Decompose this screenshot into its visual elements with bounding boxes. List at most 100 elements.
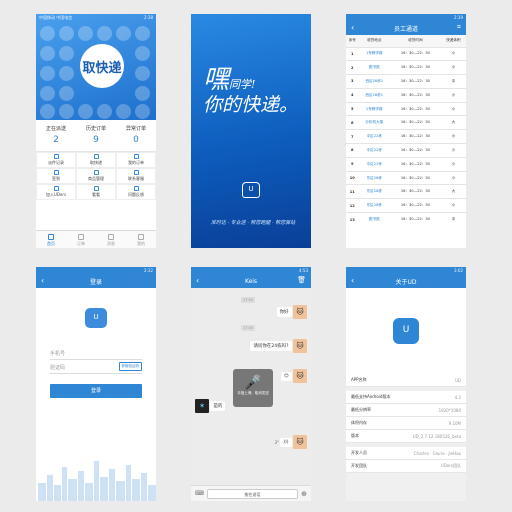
grid-item[interactable]: 联系客服: [116, 168, 156, 184]
info-row: 版本 UD_2.7.12.180526_beta: [346, 430, 466, 443]
message-outgoing: 😊 🐱: [280, 369, 307, 383]
table-cell: 大: [440, 184, 466, 199]
tab-home[interactable]: 首页: [36, 231, 66, 248]
table-cell: 东区28栋: [358, 170, 390, 185]
emoji-bubble[interactable]: 😊: [280, 371, 292, 381]
order-stats: 正在派送 2 历史订单 9 异常订单 0: [36, 120, 156, 152]
grid-item[interactable]: 取快递: [76, 152, 116, 168]
grid-item[interactable]: 签到: [36, 168, 76, 184]
tab-messages[interactable]: 消息: [96, 231, 126, 248]
message-bubble[interactable]: 是的: [210, 401, 226, 411]
status-bar: 4:53: [191, 267, 311, 274]
table-row[interactable]: 13 图书馆 16：30—22：30 中: [346, 212, 466, 227]
message-incoming: ✶ 是的: [195, 399, 226, 413]
grid-item[interactable]: 商品管理: [76, 168, 116, 184]
login-button[interactable]: 登录: [50, 384, 142, 398]
hold-to-talk-button[interactable]: 按住说话: [206, 488, 299, 499]
table-row[interactable]: 7 中区22栋 16：30—22：30 小: [346, 129, 466, 144]
recording-tip: 手指上滑，取消发送: [237, 391, 269, 395]
info-row: 最低分辨率 1920*1080: [346, 404, 466, 417]
col-header: 收货地点: [358, 35, 390, 47]
col-header: 序号: [346, 35, 359, 47]
avatar[interactable]: 🐱: [293, 305, 307, 319]
info-row: 体积内存 9.10M: [346, 417, 466, 430]
col-header: 收货时间: [389, 35, 441, 47]
table-cell: 16：30—22：30: [389, 101, 441, 116]
stat-abnormal[interactable]: 异常订单 0: [116, 120, 156, 151]
table-cell: 西区28栋1: [358, 74, 390, 89]
back-icon[interactable]: ‹: [351, 276, 354, 285]
table-row[interactable]: 1 1号教学楼 16：30—22：30 小: [346, 46, 466, 61]
table-row[interactable]: 9 中区22栋 16：30—22：30 小: [346, 156, 466, 172]
function-grid: 派件记录 取快递 我的订单 签到 商品管理 联系客服 加入UDers 看看 问题…: [36, 152, 156, 200]
clock: 3:02: [454, 268, 463, 273]
trash-icon[interactable]: 🗑: [297, 276, 306, 284]
tab-mine[interactable]: 我的: [126, 231, 156, 248]
scan-icon[interactable]: ⌗: [457, 23, 461, 32]
avatar[interactable]: 🐱: [293, 435, 307, 449]
table-row[interactable]: 12 东区28栋 16：30—22：30 小: [346, 198, 466, 213]
about-header: ‹ 关于UD: [346, 274, 466, 288]
stat-history[interactable]: 历史订单 9: [76, 120, 116, 151]
table-cell: 中区22栋: [358, 143, 390, 158]
table-cell: 东区28栋: [358, 198, 390, 213]
service-icon: [133, 170, 139, 175]
back-icon[interactable]: ‹: [351, 23, 354, 32]
table-cell: 16：30—22：30: [389, 156, 441, 172]
get-code-button[interactable]: 获取验证码: [118, 362, 142, 371]
message-bubble[interactable]: 请问你在24栋吗?: [250, 341, 292, 351]
eye-icon: [93, 186, 99, 191]
delivery-table: 序号 收货地点 收货时间 快递体积 1 1号教学楼 16：30—22：30 小 2 图书馆…: [346, 35, 466, 227]
table-cell: 4: [346, 87, 359, 103]
splash-screen: 嘿同学! 你的快递。 U 准时达 · 专业送 · 帮您跑腿 · 帮您驿站: [191, 14, 311, 248]
stat-delivering[interactable]: 正在派送 2: [36, 120, 76, 151]
table-cell: 小: [440, 143, 466, 158]
avatar[interactable]: 🐱: [293, 369, 307, 383]
table-cell: 7: [346, 129, 359, 144]
user-icon: [138, 234, 144, 240]
table-row[interactable]: 5 2号教学楼 16：30—22：30 小: [346, 101, 466, 116]
table-cell: 16：30—22：30: [389, 74, 441, 89]
table-cell: 小: [440, 170, 466, 185]
phone-field[interactable]: 手机号: [50, 346, 142, 360]
table-row[interactable]: 3 西区28栋1 16：30—22：30 中: [346, 74, 466, 89]
avatar[interactable]: ✶: [195, 399, 209, 413]
grid-item[interactable]: 派件记录: [36, 152, 76, 168]
table-row[interactable]: 8 中区22栋 16：30—22：30 小: [346, 143, 466, 158]
table-cell: 16：30—22：30: [389, 115, 441, 130]
grid-item[interactable]: 问题反馈: [116, 184, 156, 200]
chat-screen: 4:53 ‹ Keis 🗑 17:00 你好 🐱 17:00 请问你在24栋吗? 🐱…: [191, 267, 311, 501]
goods-icon: [93, 170, 99, 175]
location-icon: [53, 170, 59, 175]
table-cell: 8: [346, 143, 359, 158]
keyboard-icon[interactable]: ⌨: [195, 490, 204, 497]
avatar[interactable]: 🐱: [293, 339, 307, 353]
table-cell: 中: [440, 74, 466, 89]
table-row[interactable]: 2 图书馆 16：30—22：30 小: [346, 60, 466, 75]
back-icon[interactable]: ‹: [196, 276, 199, 285]
table-row[interactable]: 4 西区28栋1 16：30—22：30 小: [346, 87, 466, 103]
table-cell: 西区28栋1: [358, 87, 390, 103]
grid-item[interactable]: 我的订单: [116, 152, 156, 168]
chat-title: Keis: [244, 277, 258, 285]
grid-item[interactable]: 加入UDers: [36, 184, 76, 200]
back-icon[interactable]: ‹: [41, 276, 44, 285]
pickup-logo[interactable]: 取快递: [80, 44, 124, 88]
table-row[interactable]: 10 东区28栋 16：30—22：30 小: [346, 170, 466, 185]
table-cell: 10: [346, 170, 359, 185]
grid-item[interactable]: 看看: [76, 184, 116, 200]
message-bubble[interactable]: 你好: [276, 307, 292, 317]
status-bar: 中国移动 中国电信 2:38: [36, 14, 156, 21]
table-row[interactable]: 6 分校机大楼 16：30—22：30 大: [346, 115, 466, 130]
table-cell: 大: [440, 115, 466, 130]
table-cell: 小: [440, 198, 466, 213]
order-icon: [133, 154, 139, 159]
message-outgoing: 请问你在24栋吗? 🐱: [250, 339, 307, 353]
table-cell: 分校机大楼: [358, 115, 390, 130]
table-cell: 12: [346, 198, 359, 213]
add-icon[interactable]: ⊕: [301, 490, 307, 498]
voice-bubble[interactable]: ))): [280, 437, 292, 447]
table-row[interactable]: 11 东区28栋 16：30—22：30 大: [346, 184, 466, 199]
tab-orders[interactable]: 订单: [66, 231, 96, 248]
code-field[interactable]: 验证码 获取验证码: [50, 360, 142, 374]
